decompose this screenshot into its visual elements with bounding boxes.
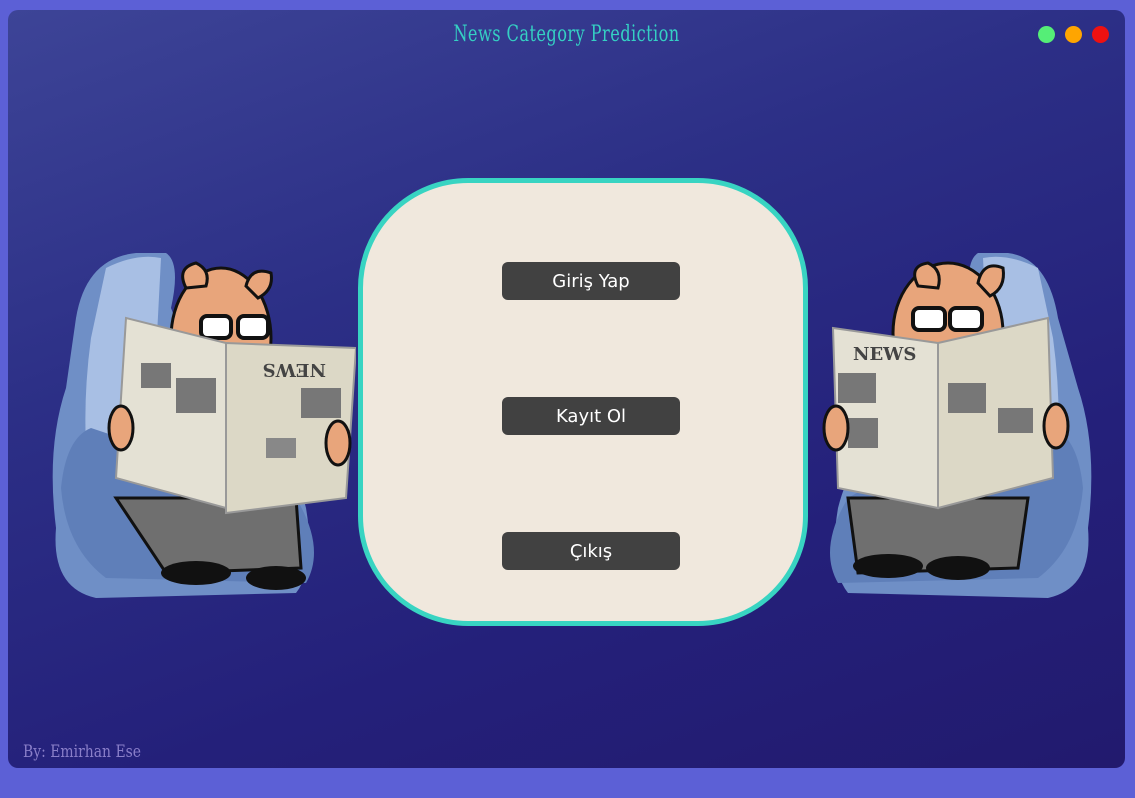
left-pig-reading-news-illustration: NEWS [52,253,356,598]
window-title: News Category Prediction [453,22,680,47]
main-window: News Category Prediction NEWS NEWS Giriş… [8,10,1125,768]
app-frame: News Category Prediction NEWS NEWS Giriş… [0,0,1135,798]
maximize-button[interactable] [1038,26,1055,43]
author-credit: By: Emirhan Ese [23,742,142,762]
exit-button[interactable]: Çıkış [502,532,680,570]
left-news-text: NEWS [263,359,326,380]
right-pig-reading-news-illustration: NEWS [822,253,1092,598]
register-button[interactable]: Kayıt Ol [502,397,680,435]
login-button[interactable]: Giriş Yap [502,262,680,300]
minimize-button[interactable] [1065,26,1082,43]
menu-card: Giriş Yap Kayıt Ol Çıkış [358,178,808,626]
close-button[interactable] [1092,26,1109,43]
right-news-text: NEWS [853,344,916,365]
